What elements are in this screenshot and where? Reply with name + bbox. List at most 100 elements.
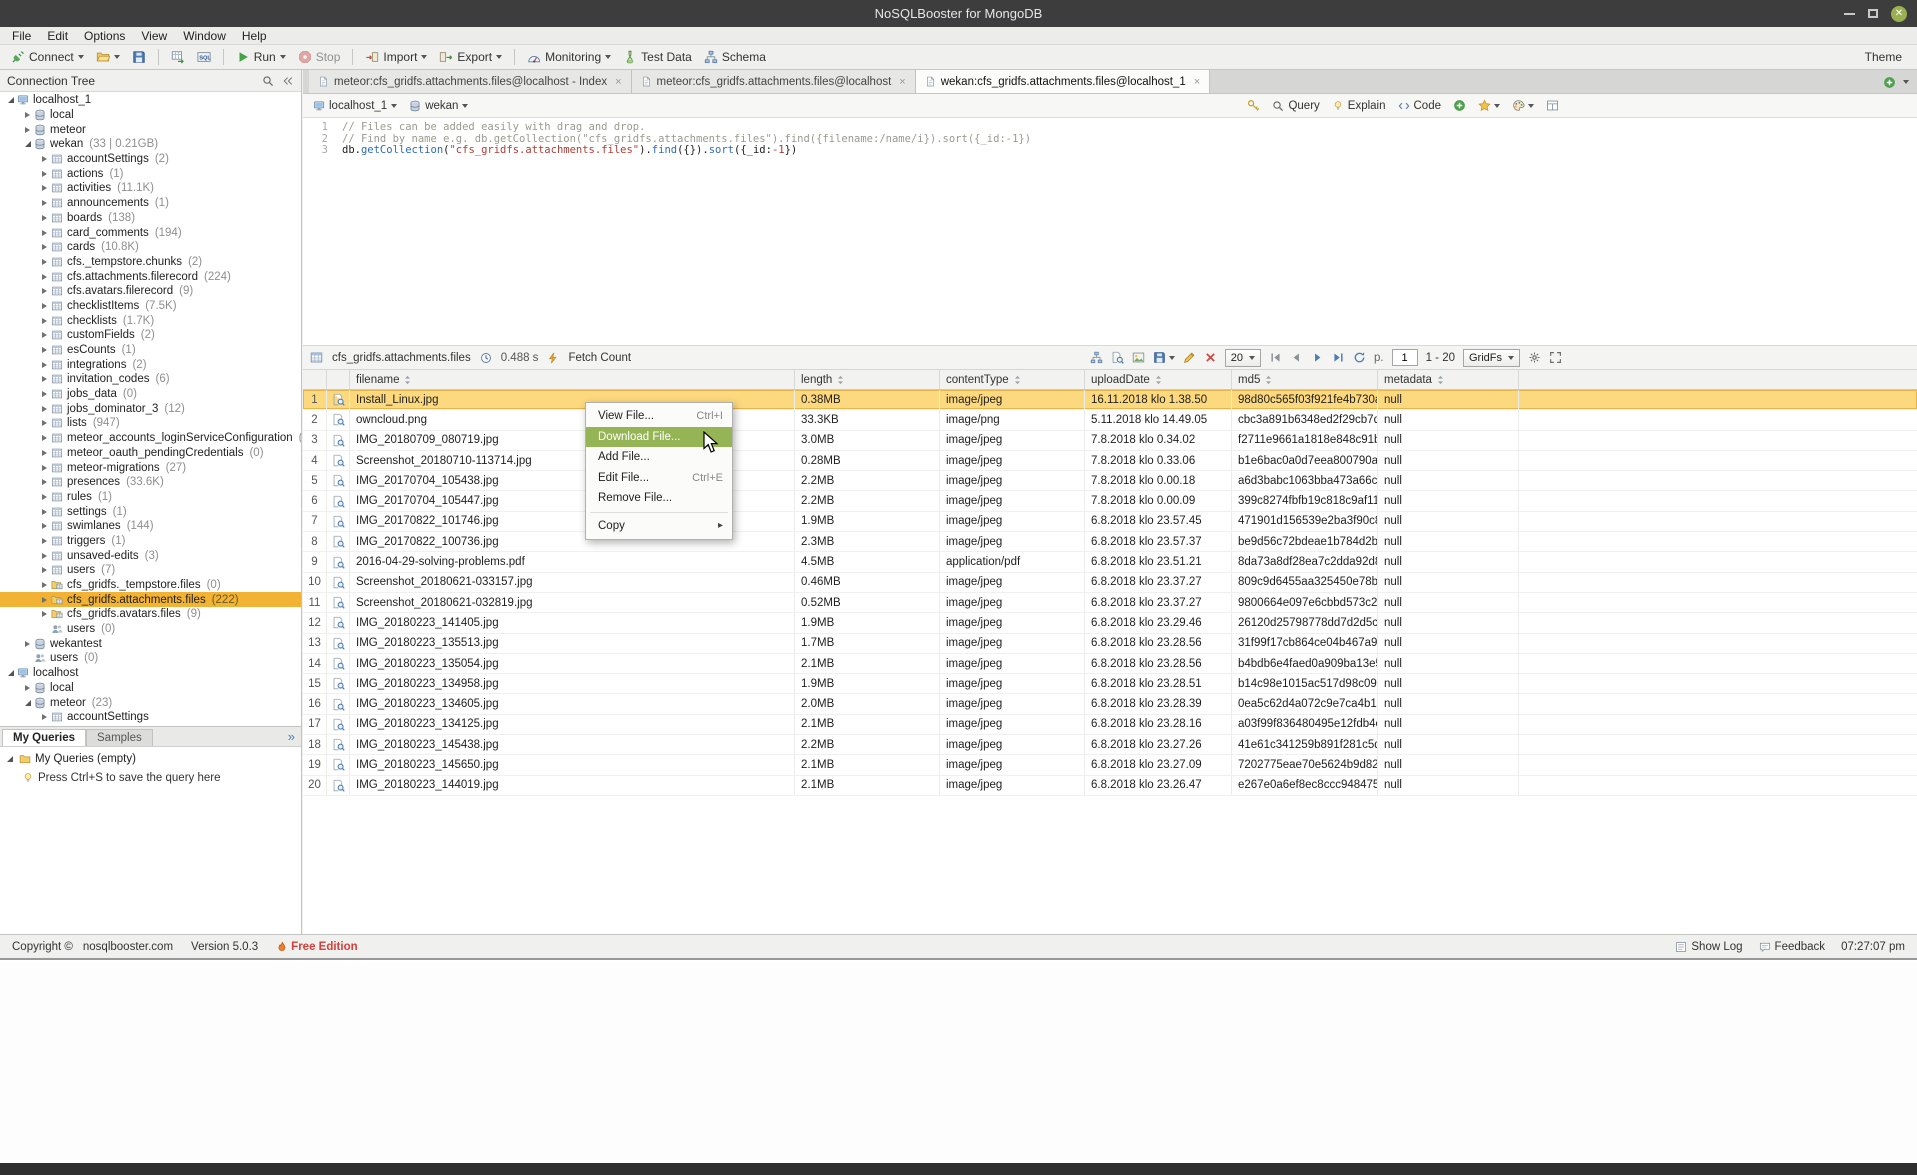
expand-arrow-icon[interactable] [39,156,50,162]
header-filename[interactable]: filename [350,370,795,389]
menu-window[interactable]: Window [175,28,234,44]
table-row-14[interactable]: 14IMG_20180223_135054.jpg2.1MBimage/jpeg… [303,654,1917,674]
edit-document-button[interactable] [1183,351,1196,364]
expand-arrow-icon[interactable] [39,567,50,573]
expand-arrow-icon[interactable] [39,523,50,529]
breadcrumb-database[interactable]: wekan [409,100,468,112]
tree-item-jobs-dominator-3[interactable]: jobs_dominator_3(12) [0,401,301,416]
row-preview-button[interactable] [327,491,350,510]
tree-item-card-comments[interactable]: card_comments(194) [0,225,301,240]
row-preview-button[interactable] [327,573,350,592]
collapse-sidebar-button[interactable] [282,75,294,87]
expand-arrow-icon[interactable] [39,406,50,412]
collapse-arrow-icon[interactable] [5,670,16,676]
tree-item-wekantest[interactable]: wekantest [0,636,301,651]
expand-arrow-icon[interactable] [39,420,50,426]
export-table-button[interactable] [166,48,190,66]
row-preview-button[interactable] [327,552,350,571]
table-row-6[interactable]: 6IMG_20170704_105447.jpg2.2MBimage/jpeg7… [303,491,1917,511]
tree-item-settings[interactable]: settings(1) [0,504,301,519]
tree-item-cfs-avatars-filerecord[interactable]: cfs.avatars.filerecord(9) [0,284,301,299]
tree-item-users[interactable]: users(0) [0,651,301,666]
header-uploaddate[interactable]: uploadDate [1085,370,1232,389]
add-snippet-button[interactable] [1453,99,1466,112]
row-preview-button[interactable] [327,634,350,653]
layout-button[interactable] [1546,99,1559,112]
menu-view[interactable]: View [133,28,175,44]
tree-item-meteor[interactable]: meteor(23) [0,695,301,710]
analyze-schema-button[interactable] [1090,351,1103,364]
table-row-7[interactable]: 7IMG_20170822_101746.jpg1.9MBimage/jpeg6… [303,512,1917,532]
row-preview-button[interactable] [327,613,350,632]
code-button[interactable]: Code [1398,100,1442,112]
tree-item-customfields[interactable]: customFields(2) [0,328,301,343]
table-row-2[interactable]: 2owncloud.png33.3KBimage/png5.11.2018 kl… [303,410,1917,430]
row-preview-button[interactable] [327,593,350,612]
context-menu-item-edit-file[interactable]: Edit File...Ctrl+E [586,468,732,489]
expand-arrow-icon[interactable] [39,303,50,309]
tab-samples[interactable]: Samples [86,729,153,746]
connect-button[interactable]: Connect [6,48,89,66]
expand-arrow-icon[interactable] [39,494,50,500]
first-page-button[interactable] [1269,351,1282,364]
expand-arrow-icon[interactable] [22,641,33,647]
tab-list-caret-icon[interactable] [1903,80,1909,84]
tree-item-announcements[interactable]: announcements(1) [0,196,301,211]
expand-arrow-icon[interactable] [39,509,50,515]
save-button[interactable] [127,48,151,66]
tree-item-users[interactable]: users(0) [0,622,301,637]
tree-item-cfs-gridfs-tempstore-files[interactable]: cfs_gridfs._tempstore.files(0) [0,578,301,593]
tree-item-cfs-attachments-filerecord[interactable]: cfs.attachments.filerecord(224) [0,269,301,284]
close-button[interactable]: ✕ [1891,6,1907,22]
open-recent-button[interactable] [91,48,125,66]
tab-close-icon[interactable]: × [1194,76,1200,88]
tree-item-cfs-gridfs-attachments-files[interactable]: cfs_gridfs.attachments.files(222) [0,592,301,607]
last-page-button[interactable] [1332,351,1345,364]
expand-arrow-icon[interactable] [39,244,50,250]
shell-key-button[interactable] [1247,99,1260,112]
expand-arrow-icon[interactable] [39,215,50,221]
row-preview-button[interactable] [327,694,350,713]
menu-edit[interactable]: Edit [39,28,76,44]
sql-query-button[interactable]: SQL [192,48,216,66]
table-row-12[interactable]: 12IMG_20180223_141405.jpg1.9MBimage/jpeg… [303,613,1917,633]
expand-arrow-icon[interactable] [39,332,50,338]
tree-item-meteor-migrations[interactable]: meteor-migrations(27) [0,460,301,475]
tree-item-boards[interactable]: boards(138) [0,211,301,226]
row-preview-button[interactable] [327,390,350,409]
tree-item-checklists[interactable]: checklists(1.7K) [0,313,301,328]
tree-item-activities[interactable]: activities(11.1K) [0,181,301,196]
fetch-count-button[interactable]: Fetch Count [568,352,631,364]
tree-item-users[interactable]: users(7) [0,563,301,578]
row-preview-button[interactable] [327,451,350,470]
table-row-18[interactable]: 18IMG_20180223_145438.jpg2.2MBimage/jpeg… [303,735,1917,755]
tree-item-integrations[interactable]: integrations(2) [0,357,301,372]
favorites-button[interactable] [1478,99,1500,112]
expand-arrow-icon[interactable] [39,465,50,471]
tree-item-local[interactable]: local [0,681,301,696]
table-row-13[interactable]: 13IMG_20180223_135513.jpg1.7MBimage/jpeg… [303,634,1917,654]
table-row-19[interactable]: 19IMG_20180223_145650.jpg2.1MBimage/jpeg… [303,755,1917,775]
tree-item-meteor-accounts-loginserviceconfiguration[interactable]: meteor_accounts_loginServiceConfiguratio… [0,431,301,446]
table-row-8[interactable]: 8IMG_20170822_100736.jpg2.3MBimage/jpeg6… [303,532,1917,552]
expand-arrow-icon[interactable] [39,318,50,324]
table-row-11[interactable]: 11Screenshot_20180621-032819.jpg0.52MBim… [303,593,1917,613]
table-row-1[interactable]: 1Install_Linux.jpg0.38MBimage/jpeg16.11.… [303,390,1917,410]
results-settings-button[interactable] [1528,351,1541,364]
maximize-button[interactable] [1868,9,1878,18]
menu-file[interactable]: File [4,28,39,44]
tab-my-queries[interactable]: My Queries [2,729,86,746]
tree-item-accountsettings[interactable]: accountSettings [0,710,301,725]
tree-item-jobs-data[interactable]: jobs_data(0) [0,387,301,402]
expand-arrow-icon[interactable] [39,288,50,294]
view-options-button[interactable] [1512,99,1534,112]
expand-arrow-icon[interactable] [39,259,50,265]
minimize-button[interactable] [1844,13,1855,15]
tree-item-meteor-oauth-pendingcredentials[interactable]: meteor_oauth_pendingCredentials(0) [0,446,301,461]
tree-item-triggers[interactable]: triggers(1) [0,534,301,549]
expand-arrow-icon[interactable] [39,347,50,353]
tab-2[interactable]: meteor:cfs_gridfs.attachments.files@loca… [632,70,916,93]
view-mode-select[interactable]: GridFs [1463,349,1520,367]
remove-document-button[interactable] [1204,351,1217,364]
expand-arrow-icon[interactable] [39,553,50,559]
